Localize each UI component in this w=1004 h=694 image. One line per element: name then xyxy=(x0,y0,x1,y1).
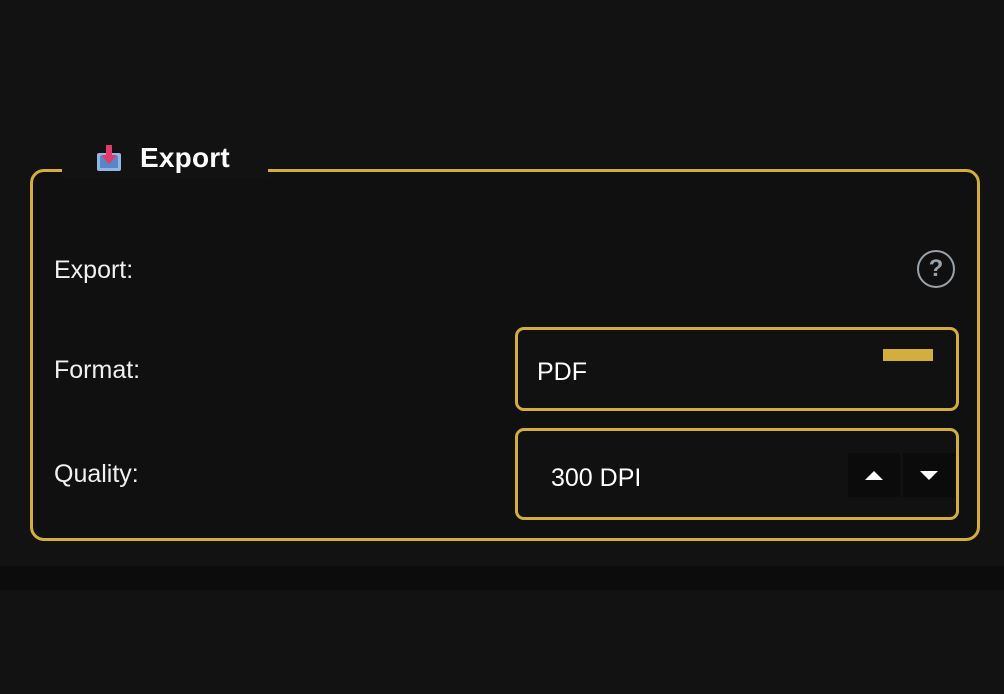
groupbox-title: Export xyxy=(140,142,230,173)
panel-bottom-divider xyxy=(0,566,1004,590)
arrow-down-icon xyxy=(920,470,938,480)
dropdown-arrow-icon[interactable] xyxy=(883,349,933,361)
help-symbol: ? xyxy=(928,255,944,282)
increment-button[interactable] xyxy=(848,453,900,497)
export-label: Export: xyxy=(54,256,134,284)
export-panel-page: Export Export: ? Format: PDF Quality: 30… xyxy=(0,0,1004,694)
help-icon[interactable]: ? xyxy=(917,250,955,288)
export-icon xyxy=(96,143,122,173)
format-selected-value: PDF xyxy=(537,358,587,386)
format-label: Format: xyxy=(54,356,141,384)
arrow-up-icon xyxy=(865,470,883,480)
quality-spinbox[interactable]: 300 DPI xyxy=(515,428,959,520)
decrement-button[interactable] xyxy=(903,453,955,497)
quality-label: Quality: xyxy=(54,460,139,488)
groupbox-legend: Export xyxy=(62,138,268,178)
quality-value[interactable]: 300 DPI xyxy=(551,464,641,493)
format-select[interactable]: PDF xyxy=(515,327,959,411)
